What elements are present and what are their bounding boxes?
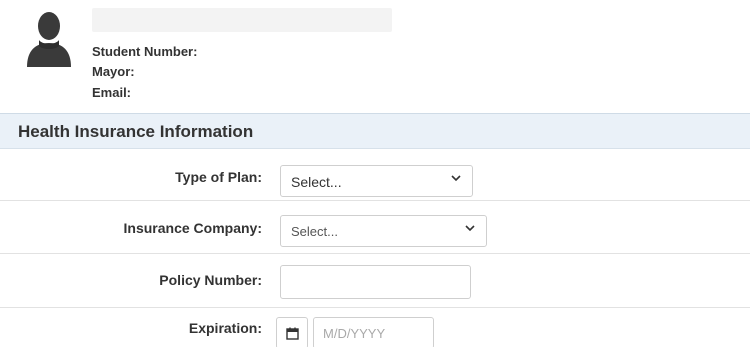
expiration-date-input[interactable]: M/D/YYYY <box>313 317 434 347</box>
type-of-plan-selected-value: Select... <box>291 174 342 190</box>
student-profile: Student Number: Mayor: Email: <box>0 0 750 113</box>
email-label: Email: <box>92 85 132 100</box>
user-silhouette-icon <box>25 9 73 67</box>
expiration-label: Expiration: <box>188 320 262 336</box>
insurance-company-row: Insurance Company: Select... <box>0 201 750 254</box>
type-of-plan-select[interactable]: Select... <box>280 165 473 197</box>
section-header: Health Insurance Information <box>0 113 750 149</box>
insurance-company-select[interactable]: Select... <box>280 215 487 247</box>
expiration-date-placeholder: M/D/YYYY <box>323 326 386 341</box>
section-title: Health Insurance Information <box>18 122 254 141</box>
student-number-label: Student Number: <box>92 44 198 59</box>
insurance-company-label: Insurance Company: <box>123 220 262 236</box>
chevron-down-icon <box>451 175 461 182</box>
date-picker-button[interactable] <box>276 317 308 347</box>
redacted-student-name <box>92 8 392 32</box>
calendar-icon <box>286 327 299 340</box>
chevron-down-icon <box>465 225 475 232</box>
policy-number-input[interactable] <box>280 265 471 299</box>
type-of-plan-label: Type of Plan: <box>175 169 262 185</box>
type-of-plan-row: Type of Plan: Select... <box>0 149 750 201</box>
mayor-label: Mayor: <box>92 64 135 79</box>
policy-number-label: Policy Number: <box>159 272 262 288</box>
expiration-row: Expiration: M/D/YYYY <box>0 308 750 347</box>
policy-number-row: Policy Number: <box>0 254 750 308</box>
insurance-company-selected-value: Select... <box>291 224 338 239</box>
